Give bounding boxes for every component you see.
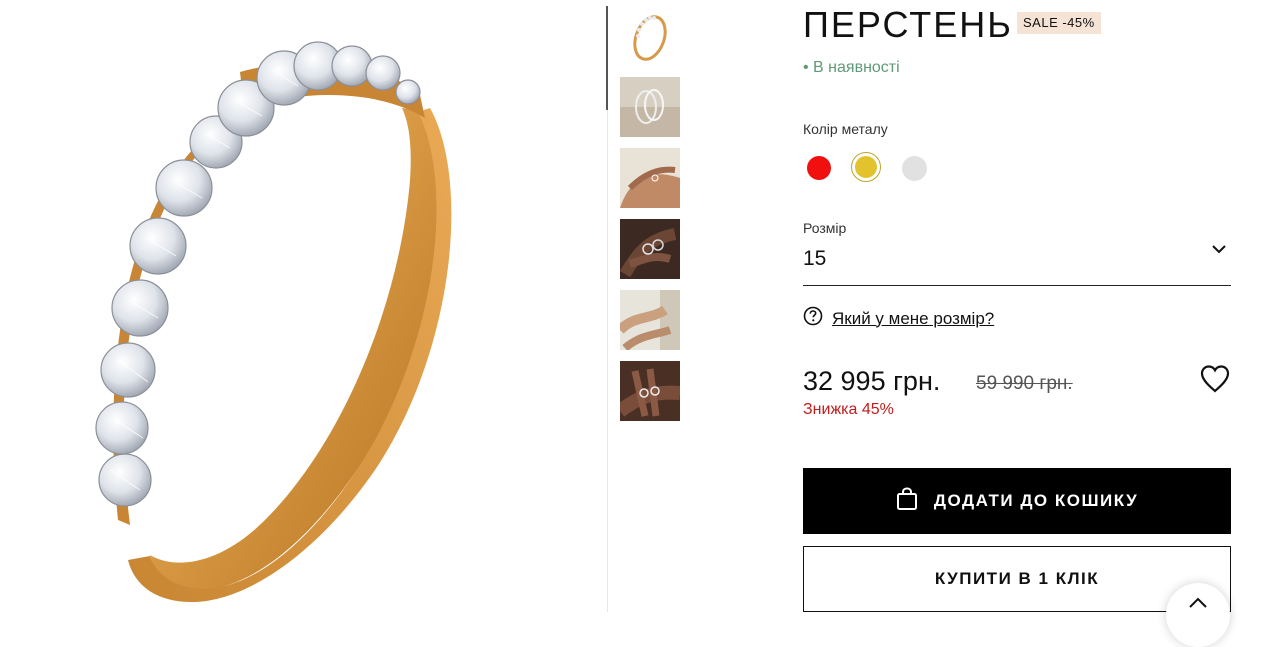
thumbnail-3[interactable] — [620, 148, 680, 208]
thumbnail-4[interactable] — [620, 219, 680, 279]
gallery-scrollbar-track[interactable] — [607, 110, 608, 612]
metal-swatch-red[interactable] — [807, 156, 831, 180]
size-label: Розмір — [803, 220, 847, 236]
shopping-bag-icon — [896, 486, 918, 516]
thumbnail-1[interactable] — [620, 6, 680, 66]
add-to-cart-button[interactable]: ДОДАТИ ДО КОШИКУ — [803, 468, 1231, 534]
chevron-up-icon — [1189, 597, 1207, 608]
metal-swatch-gold[interactable] — [855, 156, 877, 178]
old-price: 59 990 грн. — [976, 373, 1073, 394]
thumbnail-6[interactable] — [620, 361, 680, 421]
wishlist-button[interactable] — [1199, 364, 1231, 399]
current-price: 32 995 грн. — [803, 366, 941, 396]
size-help-text: Який у мене розмір? — [832, 308, 995, 328]
sale-badge: SALE -45% — [1017, 12, 1101, 34]
size-help-link[interactable]: Який у мене розмір? — [803, 306, 994, 331]
scroll-to-top-button[interactable] — [1166, 583, 1230, 647]
product-title: ПЕРСТЕНЬ — [803, 4, 1013, 45]
discount-text: Знижка 45% — [803, 401, 894, 418]
metal-swatch-silver[interactable] — [902, 156, 927, 181]
size-select[interactable]: 15 — [803, 240, 1231, 286]
size-value: 15 — [803, 247, 827, 270]
thumbnail-2[interactable] — [620, 77, 680, 137]
add-to-cart-label: ДОДАТИ ДО КОШИКУ — [933, 491, 1139, 510]
heart-icon — [1199, 365, 1231, 398]
gallery-scrollbar-thumb[interactable] — [606, 6, 608, 110]
buy-one-click-label: КУПИТИ В 1 КЛІК — [934, 569, 1100, 588]
metal-color-label: Колір металу — [803, 121, 888, 137]
question-circle-icon — [803, 306, 823, 331]
chevron-down-icon — [1211, 241, 1227, 262]
stock-status: • В наявності — [803, 59, 900, 76]
thumbnail-5[interactable] — [620, 290, 680, 350]
main-product-image — [0, 0, 600, 612]
thumbnail-gallery — [620, 6, 680, 432]
